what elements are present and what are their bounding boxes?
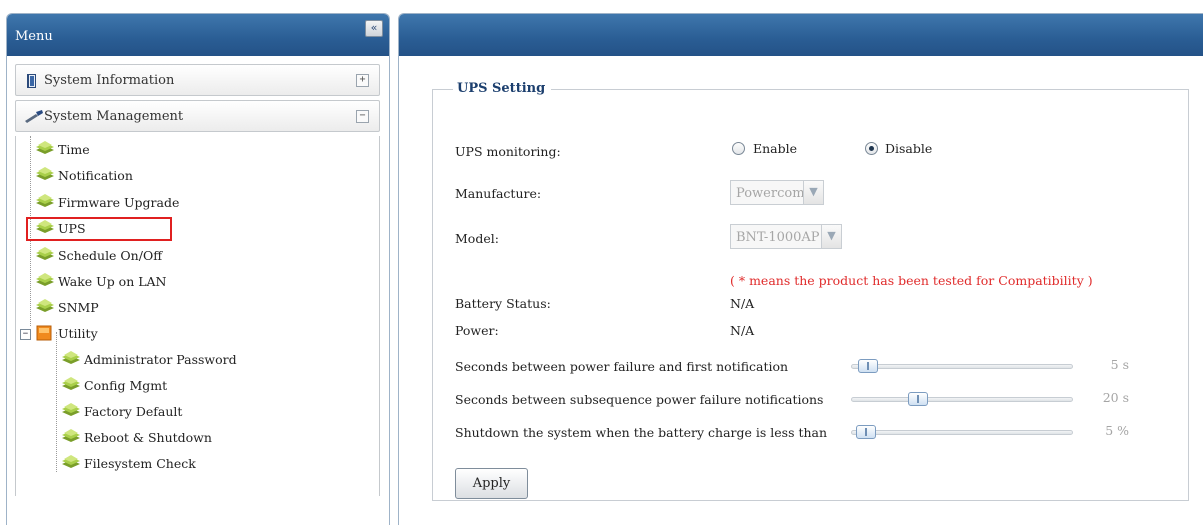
first-notification-label: Seconds between power failure and first …	[455, 359, 789, 374]
first-notification-slider[interactable]	[851, 359, 1073, 373]
layers-icon	[36, 167, 54, 180]
menu-item-label: SNMP	[58, 300, 99, 315]
section-label: System Information	[44, 73, 175, 88]
battery-shutdown-slider[interactable]	[851, 425, 1073, 439]
layers-icon	[36, 299, 54, 312]
subsequent-notification-slider[interactable]	[851, 392, 1073, 406]
wrench-icon	[25, 110, 43, 123]
collapse-menu-button[interactable]: «	[365, 20, 383, 37]
utility-expander[interactable]: −	[20, 329, 31, 340]
menu-item-label: Firmware Upgrade	[58, 195, 180, 210]
layers-icon	[36, 247, 54, 260]
layers-icon	[36, 194, 54, 207]
slider-thumb[interactable]	[858, 359, 878, 373]
chevron-down-icon: ▼	[803, 181, 823, 204]
layers-icon	[36, 141, 54, 154]
system-management-tree: Time Notification Firmware Upgrade UPS S…	[15, 136, 380, 496]
model-label: Model:	[455, 231, 499, 246]
layers-icon	[62, 377, 80, 390]
disable-radio[interactable]	[865, 142, 878, 155]
battery-shutdown-value: 5 %	[1105, 423, 1129, 438]
menu-item-label: Utility	[58, 326, 98, 341]
manufacture-label: Manufacture:	[455, 186, 542, 201]
subsequent-notification-label: Seconds between subsequence power failur…	[455, 392, 824, 407]
ups-setting-fieldset: UPS Setting UPS monitoring: Enable Disab…	[432, 81, 1189, 501]
battery-status-value: N/A	[730, 296, 755, 311]
menu-item-label: Notification	[58, 168, 133, 183]
layers-icon	[62, 455, 80, 468]
collapse-toggle[interactable]: −	[356, 110, 369, 123]
enable-radio-label[interactable]: Enable	[753, 141, 797, 156]
fieldset-legend: UPS Setting	[453, 81, 552, 96]
menu-item-label: Wake Up on LAN	[58, 274, 167, 289]
menu-item-label: Schedule On/Off	[58, 248, 163, 263]
menu-item-label: Reboot & Shutdown	[84, 430, 212, 445]
battery-shutdown-label: Shutdown the system when the battery cha…	[455, 425, 828, 440]
menu-body: System Information + System Management −…	[15, 64, 380, 525]
layers-icon	[62, 351, 80, 364]
selected-item-highlight	[26, 217, 172, 241]
menu-panel: Menu « System Information + System Manag…	[6, 13, 390, 525]
content-panel: UPS Setting UPS monitoring: Enable Disab…	[398, 13, 1203, 525]
menu-item-label: Time	[58, 142, 90, 157]
menu-title: Menu	[15, 29, 53, 44]
section-system-information[interactable]: System Information +	[15, 64, 380, 96]
model-select[interactable]: BNT-1000AP ▼	[730, 224, 842, 249]
apply-button[interactable]: Apply	[455, 468, 528, 499]
subsequent-notification-value: 20 s	[1102, 390, 1129, 405]
book-icon	[27, 74, 36, 88]
menu-item-label: Filesystem Check	[84, 456, 196, 471]
compatibility-note: ( * means the product has been tested fo…	[730, 273, 1093, 288]
layers-icon	[62, 403, 80, 416]
battery-status-label: Battery Status:	[455, 296, 551, 311]
slider-thumb[interactable]	[856, 425, 876, 439]
section-system-management[interactable]: System Management −	[15, 100, 380, 132]
menu-item-label: Config Mgmt	[84, 378, 168, 393]
disable-radio-label[interactable]: Disable	[885, 141, 932, 156]
menu-item-label: Factory Default	[84, 404, 183, 419]
ups-monitoring-label: UPS monitoring:	[455, 144, 561, 159]
section-label: System Management	[44, 109, 184, 124]
menu-item-label: Administrator Password	[84, 352, 237, 367]
power-label: Power:	[455, 323, 499, 338]
tree-connector	[56, 332, 57, 472]
manufacture-select-value: Powercom	[736, 186, 805, 201]
slider-thumb[interactable]	[908, 392, 928, 406]
first-notification-value: 5 s	[1110, 357, 1129, 372]
layers-icon	[36, 273, 54, 286]
model-select-value: BNT-1000AP	[736, 230, 820, 245]
enable-radio[interactable]	[732, 142, 745, 155]
expand-toggle[interactable]: +	[356, 74, 369, 87]
menu-header: Menu «	[7, 14, 389, 56]
utility-box-icon	[36, 325, 52, 341]
content-header	[399, 14, 1203, 56]
layers-icon	[62, 429, 80, 442]
manufacture-select[interactable]: Powercom ▼	[730, 180, 824, 205]
power-value: N/A	[730, 323, 755, 338]
chevron-down-icon: ▼	[821, 225, 841, 248]
